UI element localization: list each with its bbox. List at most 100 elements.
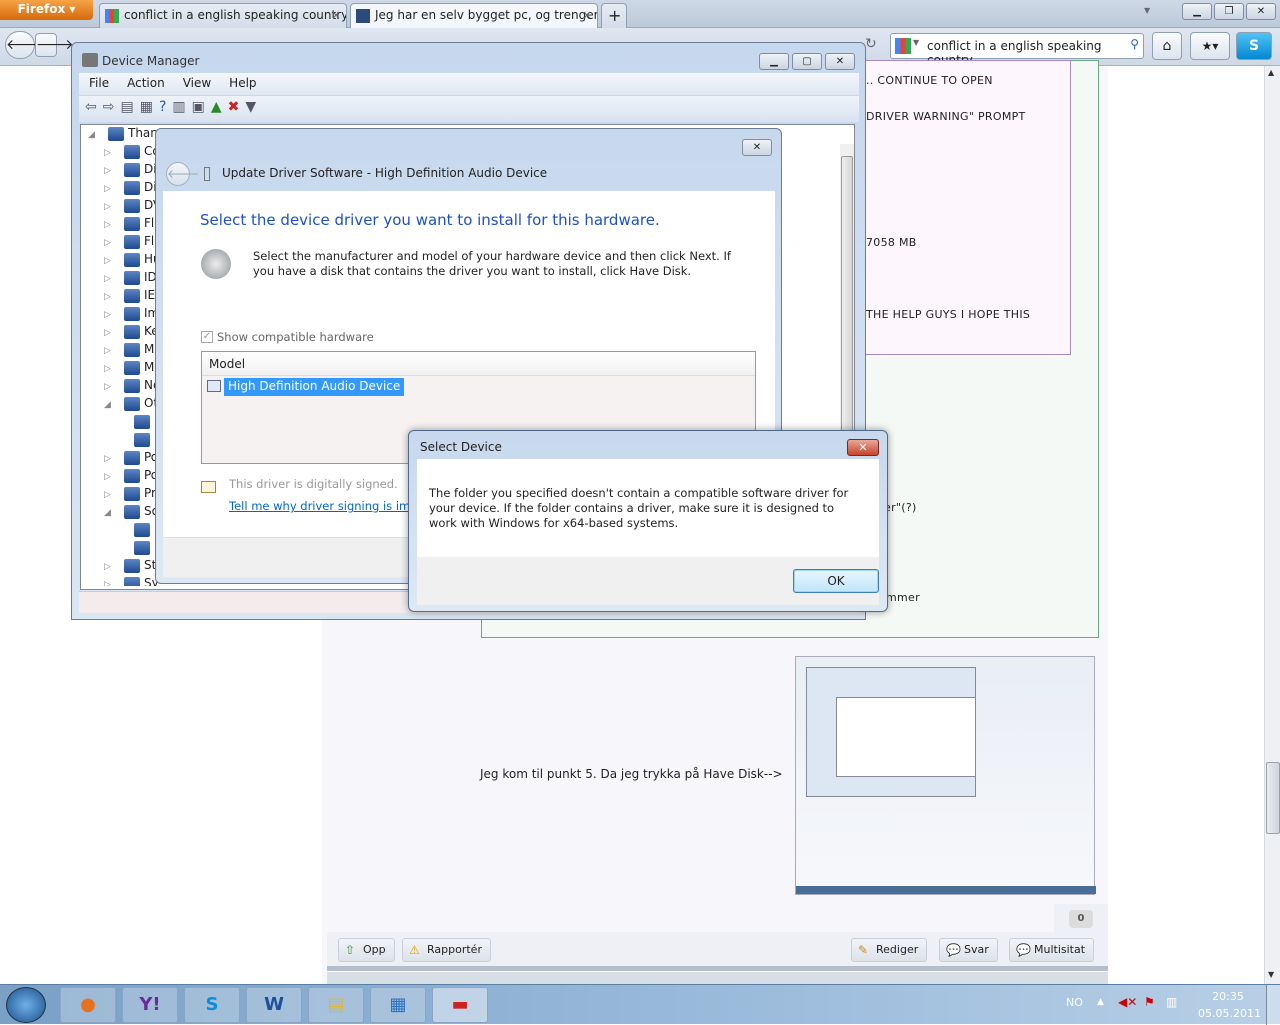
forward-icon[interactable]: ⇨	[103, 99, 121, 115]
expand-arrow-icon[interactable]: ▷	[104, 580, 116, 586]
expand-arrow-icon[interactable]: ▷	[104, 166, 116, 176]
collapse-arrow-icon[interactable]: ◢	[104, 400, 116, 410]
clock[interactable]: 20:35 05.05.2011	[1198, 990, 1261, 1020]
device-tree-item[interactable]: ▷DV	[104, 198, 158, 216]
tab-google-search[interactable]: conflict in a english speaking country..…	[99, 3, 347, 28]
action-pane-icon[interactable]: ▥	[172, 99, 191, 115]
device-tree-item[interactable]	[114, 540, 154, 558]
expand-arrow-icon[interactable]: ▷	[104, 310, 116, 320]
scan-hardware-icon[interactable]: ▣	[192, 99, 211, 115]
update-driver-icon[interactable]: ▲	[211, 99, 228, 115]
firefox-menu-button[interactable]: Firefox ▾	[0, 0, 93, 20]
taskbar-explorer[interactable]: ▤	[308, 987, 364, 1023]
scroll-down-icon[interactable]: ▼	[1268, 970, 1274, 979]
volume-muted-icon[interactable]: ◀✕	[1118, 995, 1137, 1009]
device-tree-item[interactable]: ▷Co	[104, 144, 158, 162]
expand-arrow-icon[interactable]: ▷	[104, 238, 116, 248]
language-indicator[interactable]: NO	[1066, 996, 1083, 1009]
search-icon[interactable]: ⚲	[1130, 37, 1139, 51]
device-tree-item[interactable]: ◢ Ot	[104, 396, 158, 414]
tab-list-icon[interactable]: ▼	[1144, 6, 1150, 15]
expand-arrow-icon[interactable]: ▷	[104, 364, 116, 374]
uninstall-icon[interactable]: ✖	[228, 99, 246, 115]
expand-arrow-icon[interactable]: ▷	[104, 202, 116, 212]
menu-action[interactable]: Action	[127, 76, 165, 90]
multiquote-button[interactable]: 💬 Multisitat	[1009, 938, 1095, 962]
close-tab-icon[interactable]: ×	[331, 8, 341, 22]
page-scrollbar[interactable]: ▲ ▼	[1264, 66, 1280, 984]
expand-arrow-icon[interactable]: ▷	[104, 490, 116, 500]
search-input[interactable]: ▼ conflict in a english speaking country…	[890, 33, 1144, 67]
taskbar-word[interactable]: W	[246, 987, 302, 1023]
disable-icon[interactable]: ▼	[245, 99, 262, 115]
restore-button[interactable]: ❐	[1214, 3, 1244, 20]
device-tree-item[interactable]: ▷ Po	[104, 450, 158, 468]
expand-arrow-icon[interactable]: ▷	[104, 346, 116, 356]
start-button[interactable]	[6, 987, 46, 1023]
show-desktop-button[interactable]	[1266, 985, 1280, 1025]
taskbar-control-panel[interactable]: ▦	[370, 987, 426, 1023]
properties-icon[interactable]: ▦	[140, 99, 159, 115]
expand-arrow-icon[interactable]: ▷	[104, 382, 116, 392]
model-column-header[interactable]: Model	[202, 352, 755, 376]
scroll-up-icon[interactable]: ▲	[1268, 68, 1274, 77]
device-tree-item[interactable]: ▷ IEI	[104, 288, 158, 306]
close-tab-icon[interactable]: ×	[582, 8, 592, 22]
close-button[interactable]: ✕	[847, 439, 879, 456]
device-tree-item[interactable]: ▷ Pr	[104, 486, 156, 504]
expand-arrow-icon[interactable]: ▷	[104, 220, 116, 230]
taskbar-yahoo-messenger[interactable]: Y!	[122, 987, 178, 1023]
device-tree-item[interactable]: ▷Ne	[104, 378, 158, 396]
minimize-button[interactable]: ▁	[759, 53, 789, 70]
device-tree-item[interactable]: ▷ Fl	[104, 234, 154, 252]
close-button[interactable]: ✕	[742, 139, 772, 156]
report-button[interactable]: ⚠ Rapportér	[402, 938, 491, 962]
menu-view[interactable]: View	[183, 76, 211, 90]
show-compatible-checkbox[interactable]: ✓	[201, 331, 213, 343]
back-button[interactable]: 🡐	[166, 162, 199, 186]
minimize-button[interactable]: ▁	[1182, 3, 1212, 20]
expand-arrow-icon[interactable]: ▷	[104, 328, 116, 338]
device-tree-item[interactable]: ▷ Ke	[104, 324, 158, 342]
up-button[interactable]: ⇧ Opp	[338, 938, 395, 962]
device-tree-item[interactable]: ▷ Di	[104, 162, 157, 180]
model-list-item[interactable]: High Definition Audio Device	[224, 378, 405, 396]
screenshot-thumbnail[interactable]	[795, 656, 1096, 895]
action-center-icon[interactable]: ⚑	[1144, 995, 1155, 1009]
device-tree-item[interactable]	[114, 432, 154, 450]
scrollbar-thumb[interactable]	[1266, 762, 1280, 834]
forward-button[interactable]: 🡒	[35, 33, 74, 57]
reply-button[interactable]: 💬 Svar	[939, 938, 998, 962]
skype-icon[interactable]: S	[1236, 32, 1272, 60]
close-window-button[interactable]: ✕	[1246, 3, 1276, 20]
expand-arrow-icon[interactable]: ▷	[104, 148, 116, 158]
device-tree-item[interactable]: ▷ Im	[104, 306, 158, 324]
edit-button[interactable]: ✎ Rediger	[851, 938, 928, 962]
collapse-arrow-icon[interactable]: ◢	[88, 130, 100, 140]
new-tab-button[interactable]: +	[601, 3, 627, 28]
expand-arrow-icon[interactable]: ▷	[104, 184, 116, 194]
expand-arrow-icon[interactable]: ▷	[104, 472, 116, 482]
ok-button[interactable]: OK	[793, 569, 879, 593]
back-button[interactable]: 🡐	[5, 31, 44, 59]
device-tree-item[interactable]: ▷Hu	[104, 252, 158, 270]
device-tree-item[interactable]	[114, 414, 154, 432]
taskbar-skype[interactable]: S	[184, 987, 240, 1023]
device-tree-item[interactable]: ◢ So	[104, 504, 158, 522]
expand-arrow-icon[interactable]: ▷	[104, 454, 116, 464]
google-search-engine-icon[interactable]	[895, 38, 911, 54]
device-tree-item[interactable]	[114, 522, 154, 540]
bookmarks-button[interactable]: ★▾	[1190, 32, 1230, 60]
show-hide-tree-icon[interactable]: ▤	[120, 99, 139, 115]
device-tree-item[interactable]: ▷ Po	[104, 468, 158, 486]
device-tree-item[interactable]: ▷ Fl	[104, 216, 154, 234]
device-tree-item[interactable]: ▷ ID	[104, 270, 157, 288]
device-tree-item[interactable]: ▷Sys	[104, 576, 158, 586]
reload-icon[interactable]: ↻	[865, 36, 877, 52]
taskbar-device-manager[interactable]: ▬	[432, 987, 488, 1023]
expand-arrow-icon[interactable]: ▷	[104, 562, 116, 572]
collapse-arrow-icon[interactable]: ◢	[104, 508, 116, 518]
device-tree-item[interactable]: ◢ Thank	[88, 126, 158, 144]
close-button[interactable]: ✕	[825, 53, 855, 70]
device-tree-item[interactable]: ▷ M	[104, 360, 154, 378]
